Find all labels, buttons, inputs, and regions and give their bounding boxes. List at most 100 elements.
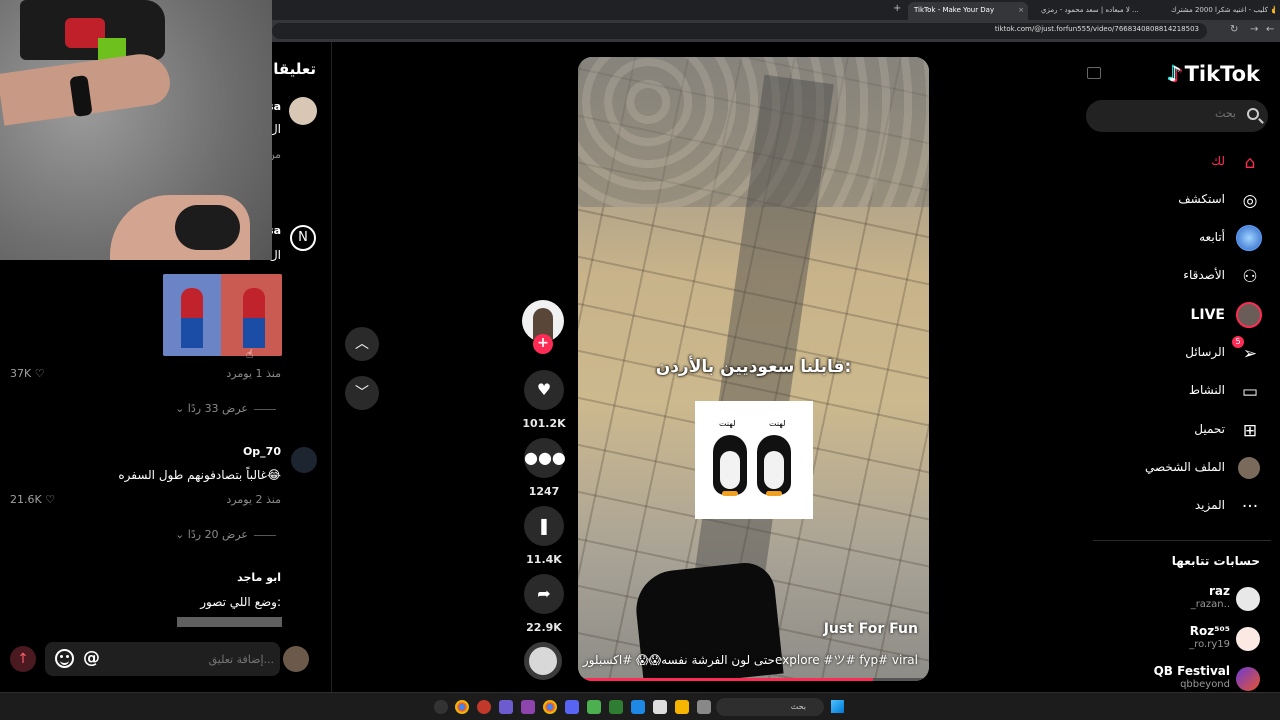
nav-friends[interactable]: ⚇ الأصدقاء [1085, 259, 1280, 293]
following-accounts-title: حسابات تتابعها [1171, 554, 1260, 568]
nav-label: أتابعه [1199, 230, 1225, 244]
comment-time: منذ 1 يوم [237, 367, 281, 380]
nav-live[interactable]: LIVE [1085, 298, 1280, 332]
comment-text: غالباً بتصادفونهم طول السفره😂 [118, 468, 281, 482]
close-tab-icon[interactable]: × [1018, 2, 1024, 18]
post-comment-button[interactable]: ↑ [10, 646, 36, 672]
view-replies-label: عرض 20 ردًا [187, 528, 248, 541]
comment-author[interactable]: ابو ماجد [237, 571, 281, 584]
tab-title: لا مبعاده | سعد محمود - رمزي ... [1041, 6, 1139, 14]
comment-like[interactable]: 37K ♡ [10, 367, 45, 380]
heart-outline-icon: ♡ [45, 493, 56, 506]
search-icon[interactable] [1247, 108, 1259, 120]
search-app-icon[interactable] [434, 700, 448, 714]
comment-count: 1247 [528, 485, 560, 498]
save-button[interactable]: ❚ [524, 506, 564, 546]
app-icon[interactable] [587, 700, 601, 714]
windows-start-icon[interactable] [831, 700, 844, 713]
comment-avatar[interactable] [289, 97, 317, 125]
penguin-meme-image: لهنت لهنت [695, 401, 813, 519]
followed-account[interactable]: Roz⁵⁰⁵ _ro.ry19 [1085, 622, 1280, 658]
share-button[interactable]: ➦ [524, 574, 564, 614]
more-icon: ··· [1241, 497, 1259, 517]
comment-input-box: @ [45, 642, 280, 676]
taskbar-search-label: بحث [790, 702, 806, 711]
app-icon[interactable] [499, 700, 513, 714]
comment-image[interactable] [177, 617, 282, 627]
reply-button[interactable]: رد [226, 493, 237, 506]
browser-tab-tiktok[interactable]: TikTok - Make Your Day × [908, 2, 1028, 20]
comment-image-spiderman-meme[interactable] [163, 274, 282, 356]
followed-account[interactable]: raz _razan.. [1085, 582, 1280, 618]
like-button[interactable]: ♥ [524, 370, 564, 410]
penguin [713, 435, 747, 496]
live-avatar-icon [1236, 302, 1262, 328]
share-arrow-icon: ➦ [537, 584, 551, 603]
reply-button[interactable]: رد [226, 367, 237, 380]
account-name: QB Festival [1153, 664, 1230, 678]
follow-plus-button[interactable]: + [533, 334, 553, 354]
browser-tab-2[interactable]: لا مبعاده | سعد محمود - رمزي ... [1035, 2, 1160, 20]
nav-explore[interactable]: ◎ استكشف [1085, 183, 1280, 217]
my-avatar [283, 646, 309, 672]
nav-activity[interactable]: ▭ النشاط [1085, 374, 1280, 408]
webcam-toy-car [20, 0, 165, 60]
chrome-icon[interactable] [455, 700, 469, 714]
back-icon[interactable]: ← [1266, 24, 1274, 35]
video-author[interactable]: Just For Fun [824, 621, 918, 637]
mention-icon[interactable]: @ [83, 648, 100, 668]
view-replies-button[interactable]: ⌄ عرض 20 ردًا [175, 528, 276, 541]
nav-messages[interactable]: ➢ 5 الرسائل [1085, 336, 1280, 370]
reload-icon[interactable]: ↻ [1230, 24, 1238, 35]
previous-video-button[interactable]: ︿ [345, 327, 379, 361]
mail-icon[interactable] [631, 700, 645, 714]
app-icon[interactable] [697, 700, 711, 714]
forward-icon[interactable]: → [1250, 24, 1258, 35]
emoji-icon[interactable] [55, 649, 74, 668]
video-description: حتى لون الفرشة نفسه😱😱 #اكسبلورexplore #ツ… [582, 653, 918, 667]
meme-figure-legs [243, 318, 265, 348]
account-name: raz [1209, 584, 1230, 598]
video-player[interactable]: قابلنا سعوديين بالأردن: لهنت لهنت Just F… [578, 57, 929, 681]
comment-like[interactable]: 21.6K ♡ [10, 493, 55, 506]
app-icon[interactable] [653, 700, 667, 714]
browser-tab-1[interactable]: كليب - اغنيه شكرا 2000 مشترك ✌️ [1165, 2, 1275, 20]
app-icon[interactable] [609, 700, 623, 714]
nav-profile[interactable]: الملف الشخصي [1085, 451, 1280, 485]
comment-button[interactable]: ●●● [524, 438, 566, 478]
upload-icon: ⊞ [1242, 421, 1258, 441]
taskbar-search[interactable]: بحث [716, 698, 824, 716]
next-video-button[interactable]: ﹀ [345, 376, 379, 410]
folder-icon[interactable] [675, 700, 689, 714]
comment-avatar[interactable] [291, 447, 317, 473]
comment-avatar[interactable]: N [290, 225, 316, 251]
search-input[interactable] [1116, 107, 1236, 120]
nav-more[interactable]: ··· المزيد [1085, 489, 1280, 523]
collapse-sidebar-icon[interactable] [1087, 67, 1101, 79]
heart-outline-icon: ♡ [34, 367, 45, 380]
account-handle: _ro.ry19 [1189, 639, 1230, 650]
discord-icon[interactable] [565, 700, 579, 714]
url-text: tiktok.com/@just.forfun555/video/7668340… [994, 25, 1199, 33]
screen: كليب - اغنيه شكرا 2000 مشترك ✌️ لا مبعاد… [0, 0, 1280, 720]
tab-title: كليب - اغنيه شكرا 2000 مشترك ✌️ [1171, 6, 1275, 14]
nav-for-you[interactable]: ⌂ لك [1085, 145, 1280, 179]
tiktok-logo[interactable]: ♪ TikTok [1168, 62, 1260, 86]
comment-input[interactable] [124, 648, 274, 670]
url-field[interactable]: tiktok.com/@just.forfun555/video/7668340… [272, 23, 1207, 39]
video-progress-bar[interactable] [578, 678, 929, 681]
comment-author[interactable]: Op_70 [243, 445, 281, 458]
new-tab-icon[interactable]: + [893, 3, 901, 14]
chrome-icon[interactable] [543, 700, 557, 714]
profile-avatar-icon [1238, 457, 1260, 479]
app-icon[interactable] [521, 700, 535, 714]
app-icon[interactable] [477, 700, 491, 714]
mouse-cursor-icon: ☝ [246, 347, 254, 361]
logo-text: TikTok [1184, 62, 1260, 86]
music-disc-icon[interactable] [524, 642, 562, 680]
nav-following[interactable]: أتابعه [1085, 221, 1280, 255]
nav-upload[interactable]: ⊞ تحميل [1085, 413, 1280, 447]
account-avatar [1236, 667, 1260, 691]
tab-title: TikTok - Make Your Day [914, 6, 995, 14]
view-replies-button[interactable]: ⌄ عرض 33 ردًا [175, 402, 276, 415]
